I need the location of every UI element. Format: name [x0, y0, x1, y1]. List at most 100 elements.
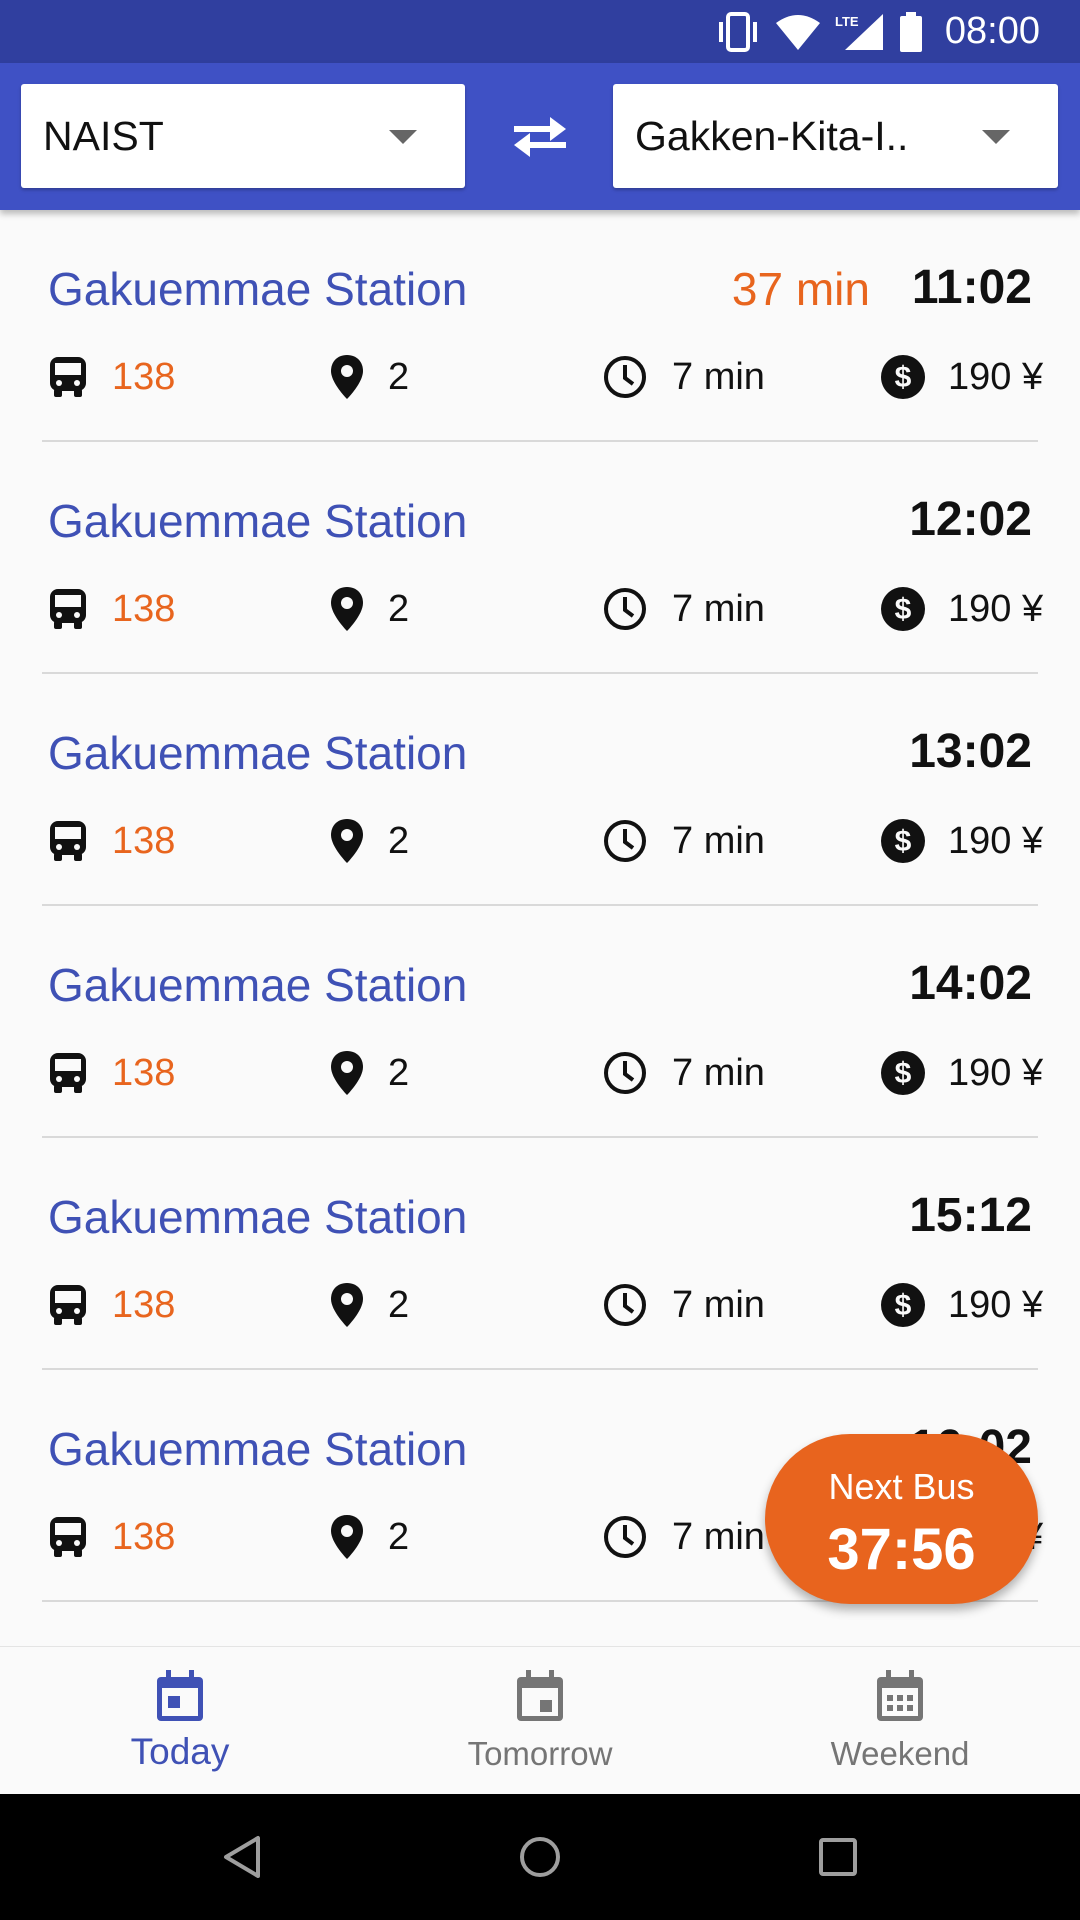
bus-icon: [50, 357, 86, 397]
stop-number: 2: [388, 355, 410, 398]
departure-row[interactable]: Gakuemmae Station 12:02 138 2 7 min $190 ¥: [0, 442, 1080, 674]
dropdown-arrow-icon: [982, 130, 1010, 144]
stop-number: 2: [388, 1051, 410, 1094]
fare-info: $190 ¥: [880, 579, 1043, 639]
fare-info: $190 ¥: [880, 1275, 1043, 1335]
location-pin-icon: [331, 1051, 363, 1095]
vibrate-icon: [718, 11, 757, 52]
route-toolbar: NAIST Gakken-Kita-I..: [0, 63, 1080, 210]
trip-duration: 7 min: [672, 587, 765, 630]
clock-icon: [604, 588, 646, 630]
stop-number: 2: [388, 1283, 410, 1326]
calendar-today-icon: [157, 1670, 203, 1721]
clock-icon: [604, 1516, 646, 1558]
route-number: 138: [112, 1515, 176, 1558]
destination-dropdown[interactable]: Gakken-Kita-I..: [613, 84, 1058, 188]
stop-number: 2: [388, 819, 410, 862]
fare-amount: 190 ¥: [948, 1283, 1044, 1326]
dollar-coin-icon: $: [881, 1283, 925, 1327]
trip-duration: 7 min: [672, 355, 765, 398]
tab-weekend[interactable]: Weekend: [720, 1647, 1080, 1795]
back-icon[interactable]: [222, 1834, 262, 1880]
trip-duration: 7 min: [672, 1515, 765, 1558]
clock: 08:00: [944, 10, 1040, 52]
departure-row[interactable]: Gakuemmae Station 37 min 11:02 138 2 7 min $19…: [0, 210, 1080, 442]
departure-row[interactable]: Gakuemmae Station 13:02 138 2 7 min $190 ¥: [0, 674, 1080, 906]
location-pin-icon: [331, 819, 363, 863]
fare-amount: 190 ¥: [948, 1051, 1044, 1094]
home-icon[interactable]: [518, 1835, 562, 1879]
destination-name: Gakuemmae Station: [48, 1191, 468, 1243]
svg-text:$: $: [895, 593, 912, 626]
tab-tomorrow[interactable]: Tomorrow: [360, 1647, 720, 1795]
destination-name: Gakuemmae Station: [48, 495, 468, 547]
battery-icon: [899, 11, 922, 52]
destination-name: Gakuemmae Station: [48, 263, 468, 315]
calendar-event-icon: [517, 1670, 563, 1721]
route-number: 138: [112, 355, 176, 398]
next-bus-button[interactable]: Next Bus 37:56: [765, 1434, 1038, 1604]
tab-today-label: Today: [130, 1731, 230, 1772]
departure-time: 15:12: [909, 1189, 1032, 1242]
route-info: 138: [48, 347, 175, 407]
bus-icon: [50, 821, 86, 861]
swap-arrows-icon: [514, 117, 566, 157]
departure-countdown: 37 min: [731, 263, 870, 315]
bus-icon: [50, 1053, 86, 1093]
departure-list[interactable]: Gakuemmae Station 37 min 11:02 138 2 7 min $19…: [0, 210, 1080, 1602]
departure-row[interactable]: Gakuemmae Station 14:02 138 2 7 min $190 ¥: [0, 906, 1080, 1138]
origin-dropdown[interactable]: NAIST: [21, 84, 465, 188]
duration-info: 7 min: [602, 579, 765, 639]
fare-info: $190 ¥: [880, 811, 1043, 871]
recents-icon[interactable]: [818, 1837, 858, 1877]
next-bus-label: Next Bus: [828, 1466, 975, 1507]
svg-text:$: $: [895, 1057, 912, 1090]
status-icons: LTE 08:00: [715, 0, 1040, 63]
fare-amount: 190 ¥: [948, 819, 1044, 862]
tab-weekend-label: Weekend: [830, 1735, 970, 1772]
departure-time: 11:02: [911, 261, 1032, 314]
destination-value: Gakken-Kita-I..: [635, 113, 909, 159]
route-info: 138: [48, 1507, 175, 1567]
svg-text:$: $: [895, 825, 912, 858]
duration-info: 7 min: [602, 1043, 765, 1103]
route-number: 138: [112, 1283, 176, 1326]
bottom-navigation: Today Tomorrow Weekend: [0, 1646, 1080, 1795]
departure-row[interactable]: Gakuemmae Station 15:12 138 2 7 min $190 ¥: [0, 1138, 1080, 1370]
stop-info: 2: [330, 811, 409, 871]
dollar-coin-icon: $: [881, 355, 925, 399]
bus-icon: [50, 1517, 86, 1557]
departure-time: 12:02: [909, 493, 1032, 546]
bus-icon: [50, 1285, 86, 1325]
location-pin-icon: [331, 587, 363, 631]
departure-time: 13:02: [909, 725, 1032, 778]
stop-number: 2: [388, 1515, 410, 1558]
route-number: 138: [112, 587, 176, 630]
route-info: 138: [48, 811, 175, 871]
bus-icon: [50, 589, 86, 629]
calendar-range-icon: [877, 1670, 923, 1721]
next-bus-countdown: 37:56: [827, 1517, 976, 1582]
destination-name: Gakuemmae Station: [48, 727, 468, 779]
location-pin-icon: [331, 1283, 363, 1327]
lte-signal-icon: LTE: [835, 13, 883, 50]
stop-info: 2: [330, 1043, 409, 1103]
route-info: 138: [48, 1043, 175, 1103]
fare-info: $190 ¥: [880, 347, 1043, 407]
wifi-icon: [775, 14, 820, 50]
trip-duration: 7 min: [672, 1051, 765, 1094]
stop-number: 2: [388, 587, 410, 630]
duration-info: 7 min: [602, 811, 765, 871]
status-bar: LTE 08:00: [0, 0, 1080, 63]
stop-info: 2: [330, 579, 409, 639]
duration-info: 7 min: [602, 1507, 765, 1567]
svg-text:$: $: [895, 1289, 912, 1322]
dropdown-arrow-icon: [389, 130, 417, 144]
tab-today[interactable]: Today: [0, 1647, 360, 1795]
swap-stations-button[interactable]: [506, 105, 574, 167]
departure-time: 14:02: [909, 957, 1032, 1010]
stop-info: 2: [330, 347, 409, 407]
duration-info: 7 min: [602, 1275, 765, 1335]
clock-icon: [604, 820, 646, 862]
svg-text:$: $: [895, 361, 912, 394]
